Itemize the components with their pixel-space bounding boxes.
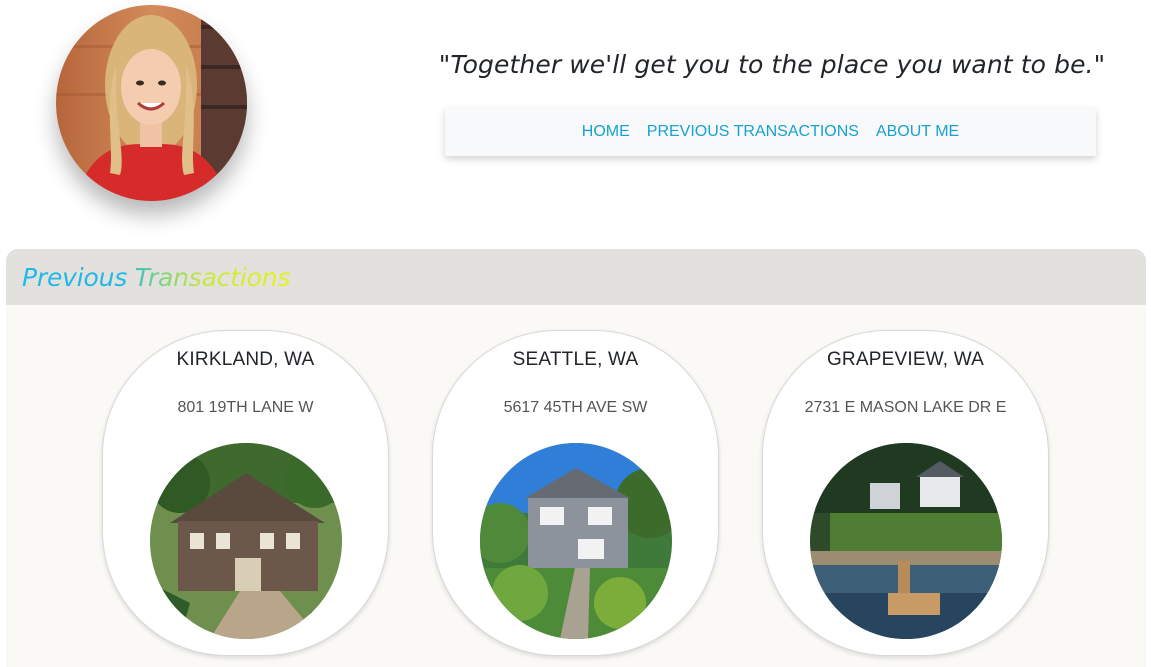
page: "Together we'll get you to the place you… [0, 0, 1151, 667]
listing-address: 2731 E MASON LAKE DR E [804, 399, 1007, 416]
listing-address: 801 19TH LANE W [177, 399, 314, 416]
house-photo-icon [150, 443, 342, 639]
house-photo-icon [480, 443, 672, 639]
listing-city: SEATTLE, WA [512, 349, 639, 370]
listing-city: KIRKLAND, WA [176, 349, 315, 370]
portrait-icon [56, 5, 247, 201]
listing-card-kirkland[interactable]: KIRKLAND, WA 801 19TH LANE W [102, 330, 389, 656]
section-title: Previous Transactions [22, 262, 291, 292]
nav-about-me-link[interactable]: ABOUT ME [876, 123, 959, 141]
lake-house-photo-icon [810, 443, 1002, 639]
section-header: Previous Transactions [6, 249, 1146, 305]
listing-card-seattle[interactable]: SEATTLE, WA 5617 45TH AVE SW [432, 330, 719, 656]
nav-home-link[interactable]: HOME [582, 123, 630, 141]
agent-avatar [56, 5, 247, 201]
listing-address: 5617 45TH AVE SW [503, 399, 648, 416]
tagline: "Together we'll get you to the place you… [438, 50, 1106, 79]
listing-city: GRAPEVIEW, WA [826, 349, 985, 370]
listing-card-grapeview[interactable]: GRAPEVIEW, WA 2731 E MASON LAKE DR E [762, 330, 1049, 656]
nav-previous-transactions-link[interactable]: PREVIOUS TRANSACTIONS [647, 123, 859, 141]
listing-photo[interactable] [810, 443, 1002, 639]
listing-photo[interactable] [480, 443, 672, 639]
listing-photo[interactable] [150, 443, 342, 639]
main-navbar: HOME PREVIOUS TRANSACTIONS ABOUT ME [445, 108, 1096, 156]
